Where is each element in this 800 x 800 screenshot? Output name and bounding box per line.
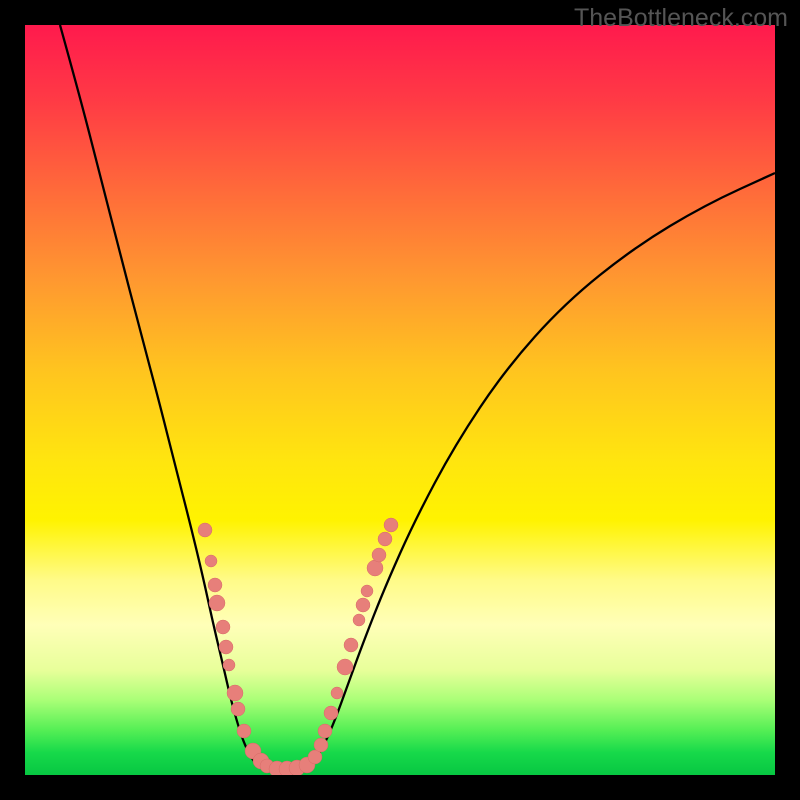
data-point [198, 523, 212, 537]
data-point [216, 620, 230, 634]
watermark-text: TheBottleneck.com [574, 4, 788, 33]
data-point [384, 518, 398, 532]
data-point [223, 659, 235, 671]
data-point [219, 640, 233, 654]
data-point [324, 706, 338, 720]
data-point [205, 555, 217, 567]
data-point [318, 724, 332, 738]
data-point [208, 578, 222, 592]
data-point [353, 614, 365, 626]
data-point [237, 724, 251, 738]
data-point [331, 687, 343, 699]
data-point [367, 560, 383, 576]
chart-overlay [25, 25, 775, 775]
bottleneck-curve [60, 25, 775, 771]
data-point [372, 548, 386, 562]
data-point [356, 598, 370, 612]
data-point [231, 702, 245, 716]
data-point [361, 585, 373, 597]
data-point [314, 738, 328, 752]
data-point [378, 532, 392, 546]
chart-frame: TheBottleneck.com [0, 0, 800, 800]
data-point [344, 638, 358, 652]
data-point [209, 595, 225, 611]
scatter-dots [198, 518, 398, 775]
data-point [337, 659, 353, 675]
data-point [227, 685, 243, 701]
